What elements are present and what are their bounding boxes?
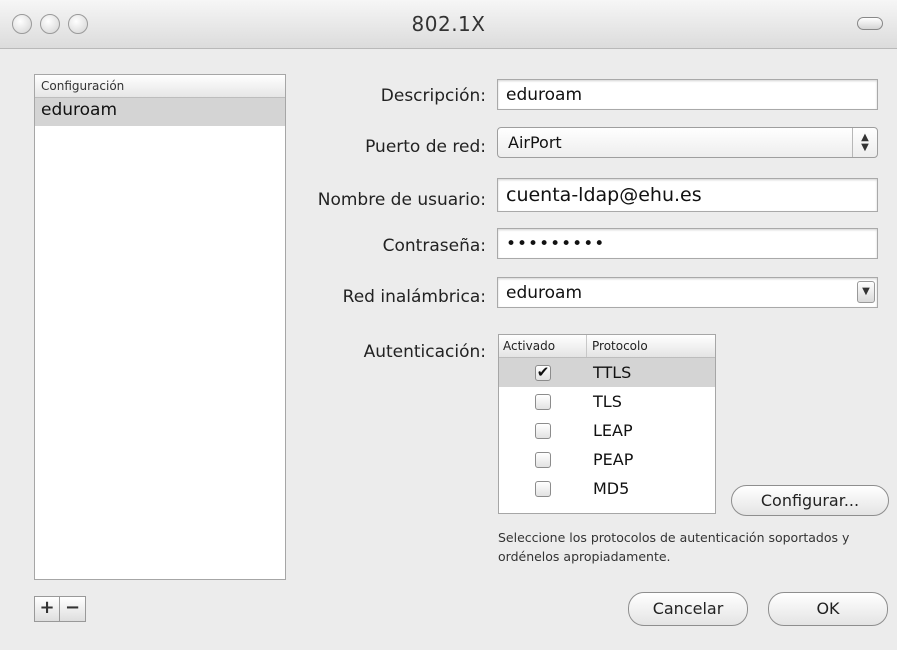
leap-checkbox[interactable] <box>535 422 551 439</box>
ttls-checkbox[interactable]: ✔ <box>535 364 551 381</box>
configure-button[interactable]: Configurar... <box>731 485 889 516</box>
username-label: Nombre de usuario: <box>317 190 486 210</box>
remove-configuration-button[interactable]: − <box>60 596 86 622</box>
chevron-down-icon[interactable]: ▼ <box>857 281 875 303</box>
column-header-protocol[interactable]: Protocolo <box>587 335 648 357</box>
tls-checkbox[interactable] <box>535 393 551 410</box>
authentication-table-header: Activado Protocolo <box>499 335 715 358</box>
protocol-name: PEAP <box>593 450 634 469</box>
md5-checkbox[interactable] <box>535 480 551 497</box>
authentication-label: Autenticación: <box>363 342 486 362</box>
description-field[interactable]: eduroam <box>497 79 878 110</box>
peap-checkbox[interactable] <box>535 451 551 468</box>
authentication-table: Activado Protocolo ✔ TTLS TLS LEAP PEAP … <box>498 334 716 514</box>
dialog-window: 802.1X Configuración eduroam + − Descrip… <box>0 0 897 650</box>
password-label: Contraseña: <box>382 236 486 256</box>
protocol-name: LEAP <box>593 421 633 440</box>
network-port-label: Puerto de red: <box>365 137 486 157</box>
column-header-enabled[interactable]: Activado <box>499 335 587 357</box>
protocol-row-md5[interactable]: MD5 <box>499 474 715 503</box>
protocol-name: MD5 <box>593 479 630 498</box>
wireless-network-combo[interactable]: eduroam ▼ <box>497 277 878 308</box>
cancel-button[interactable]: Cancelar <box>628 592 748 626</box>
protocol-row-ttls[interactable]: ✔ TTLS <box>499 358 715 387</box>
title-bar: 802.1X <box>0 0 897 49</box>
toolbar-toggle-button[interactable] <box>857 17 883 30</box>
popup-arrows-icon: ▲ ▼ <box>852 128 877 157</box>
add-configuration-button[interactable]: + <box>34 596 60 622</box>
description-label: Descripción: <box>380 86 486 106</box>
protocol-row-leap[interactable]: LEAP <box>499 416 715 445</box>
authentication-help-text: Seleccione los protocolos de autenticaci… <box>498 530 850 564</box>
password-value: ••••••••• <box>506 233 606 254</box>
username-field[interactable]: cuenta-ldap@ehu.es <box>497 178 878 212</box>
window-title: 802.1X <box>411 12 486 36</box>
protocol-name: TTLS <box>593 363 632 382</box>
ok-button[interactable]: OK <box>768 592 888 626</box>
description-value: eduroam <box>506 84 583 105</box>
network-port-popup[interactable]: AirPort ▲ ▼ <box>497 127 878 158</box>
username-value: cuenta-ldap@ehu.es <box>506 184 702 206</box>
network-port-value: AirPort <box>508 133 562 152</box>
wireless-network-label: Red inalámbrica: <box>342 287 486 307</box>
password-field[interactable]: ••••••••• <box>497 228 878 259</box>
list-edit-buttons: + − <box>34 596 86 622</box>
protocol-name: TLS <box>593 392 622 411</box>
protocol-row-peap[interactable]: PEAP <box>499 445 715 474</box>
protocol-row-tls[interactable]: TLS <box>499 387 715 416</box>
wireless-network-value: eduroam <box>506 282 583 303</box>
